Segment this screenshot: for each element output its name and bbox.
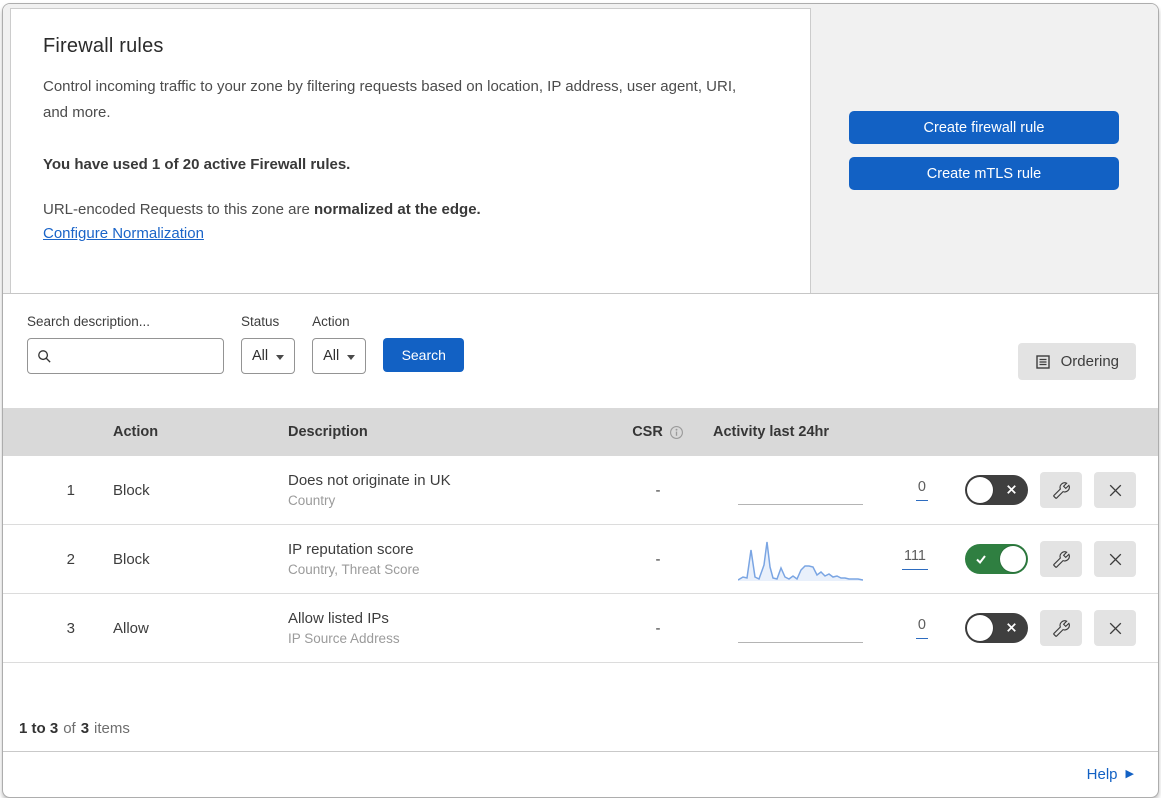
- chevron-down-icon: [347, 354, 356, 360]
- rule-action: Block: [113, 481, 150, 499]
- x-icon: [1004, 620, 1019, 640]
- filter-bar: Search description... Status All Action …: [3, 294, 1158, 408]
- x-icon: [1004, 482, 1019, 502]
- arrow-right-icon: ▶: [1125, 768, 1134, 780]
- action-label: Action: [312, 314, 350, 329]
- rule-description: Does not originate in UK: [288, 472, 451, 489]
- check-icon: [974, 552, 988, 571]
- help-link[interactable]: Help ▶: [1087, 766, 1134, 783]
- delete-rule-button[interactable]: [1094, 610, 1136, 646]
- column-header-csr: CSR: [632, 424, 684, 440]
- search-button-group: Search: [383, 314, 465, 408]
- table-footer: 1 to 3 of 3 items: [3, 663, 1158, 752]
- column-header-description: Description: [288, 424, 368, 440]
- table-row: 2 Block IP reputation score Country, Thr…: [3, 525, 1158, 594]
- wrench-icon: [1052, 481, 1070, 499]
- ordering-button[interactable]: Ordering: [1017, 343, 1136, 380]
- rule-fields: Country, Threat Score: [288, 562, 420, 577]
- chevron-down-icon: [276, 354, 285, 360]
- rule-description: Allow listed IPs: [288, 610, 389, 627]
- header-section: Firewall rules Control incoming traffic …: [3, 4, 1158, 294]
- create-mtls-rule-button[interactable]: Create mTLS rule: [849, 157, 1119, 190]
- normalization-note: URL-encoded Requests to this zone are no…: [43, 201, 481, 218]
- rule-csr: -: [655, 481, 661, 499]
- info-icon[interactable]: [669, 425, 684, 440]
- rule-priority: 1: [66, 481, 75, 499]
- rule-action: Block: [113, 550, 150, 568]
- search-box: [27, 338, 224, 374]
- rule-action: Allow: [113, 619, 149, 637]
- rule-enabled-toggle[interactable]: [965, 544, 1028, 574]
- edit-rule-button[interactable]: [1040, 541, 1082, 577]
- delete-rule-button[interactable]: [1094, 541, 1136, 577]
- search-group: Search description...: [27, 314, 224, 408]
- create-firewall-rule-button[interactable]: Create firewall rule: [849, 111, 1119, 144]
- rule-priority: 3: [66, 619, 75, 637]
- toggle-knob: [1000, 546, 1026, 572]
- activity-sparkline: [738, 468, 863, 512]
- status-label: Status: [241, 314, 280, 329]
- configure-normalization-link[interactable]: Configure Normalization: [43, 225, 204, 242]
- close-icon: [1107, 620, 1124, 637]
- rule-fields: Country: [288, 493, 336, 508]
- intro-card: Firewall rules Control incoming traffic …: [10, 8, 811, 293]
- status-filter-group: Status All: [241, 314, 296, 408]
- rule-fields: IP Source Address: [288, 631, 400, 646]
- rule-csr: -: [655, 550, 661, 568]
- close-icon: [1107, 482, 1124, 499]
- rule-csr: -: [655, 619, 661, 637]
- toggle-knob: [967, 477, 993, 503]
- search-label: Search description...: [27, 314, 151, 329]
- rule-enabled-toggle[interactable]: [965, 613, 1028, 643]
- page-title: Firewall rules: [43, 35, 164, 57]
- table-row: 3 Allow Allow listed IPs IP Source Addre…: [3, 594, 1158, 663]
- ordering-list-icon: [1035, 354, 1051, 370]
- action-filter-group: Action All: [312, 314, 367, 408]
- status-dropdown[interactable]: All: [241, 338, 296, 374]
- column-header-action: Action: [113, 424, 159, 440]
- search-icon: [37, 349, 52, 364]
- activity-sparkline: [738, 606, 863, 650]
- close-icon: [1107, 551, 1124, 568]
- column-header-activity: Activity last 24hr: [713, 424, 830, 440]
- firewall-rules-panel: Firewall rules Control incoming traffic …: [2, 3, 1159, 798]
- toggle-knob: [967, 615, 993, 641]
- search-input[interactable]: [58, 347, 214, 365]
- action-dropdown[interactable]: All: [312, 338, 367, 374]
- rule-description: IP reputation score: [288, 541, 414, 558]
- edit-rule-button[interactable]: [1040, 610, 1082, 646]
- wrench-icon: [1052, 550, 1070, 568]
- page-description: Control incoming traffic to your zone by…: [43, 78, 737, 121]
- activity-count-link[interactable]: 0: [915, 617, 928, 639]
- search-button[interactable]: Search: [383, 337, 465, 372]
- activity-sparkline: [737, 537, 864, 581]
- delete-rule-button[interactable]: [1094, 472, 1136, 508]
- activity-count-link[interactable]: 0: [915, 479, 928, 501]
- usage-summary: You have used 1 of 20 active Firewall ru…: [43, 156, 351, 173]
- items-count: 1 to 3 of 3 items: [19, 720, 130, 737]
- edit-rule-button[interactable]: [1040, 472, 1082, 508]
- help-section: Help ▶: [3, 752, 1158, 797]
- rule-priority: 2: [66, 550, 75, 568]
- wrench-icon: [1052, 619, 1070, 637]
- activity-count-link[interactable]: 111: [901, 548, 928, 570]
- table-row: 1 Block Does not originate in UK Country…: [3, 456, 1158, 525]
- table-header: Action Description CSR Activity last 24h…: [3, 408, 1158, 456]
- rule-enabled-toggle[interactable]: [965, 475, 1028, 505]
- header-actions: Create firewall rule Create mTLS rule: [849, 111, 1119, 190]
